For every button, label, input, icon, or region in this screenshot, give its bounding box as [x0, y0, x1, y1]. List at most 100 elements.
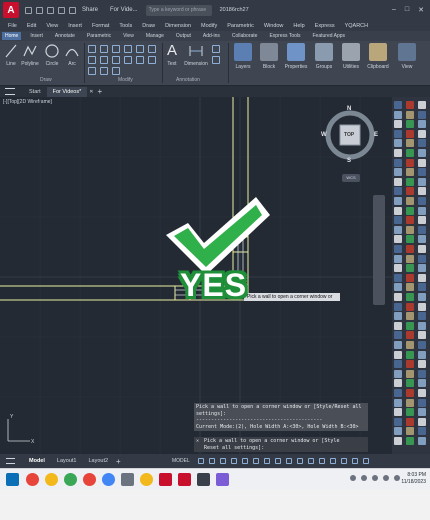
palette-tool-icon[interactable] [394, 139, 402, 148]
palette-tool-icon[interactable] [406, 302, 414, 311]
ribbon-tab-output[interactable]: Output [173, 32, 194, 40]
palette-tool-icon[interactable] [418, 273, 426, 282]
customization-icon[interactable] [362, 458, 369, 464]
palette-tool-icon[interactable] [406, 350, 414, 359]
ribbon-tab-add-ins[interactable]: Add-ins [200, 32, 223, 40]
palette-tool-icon[interactable] [418, 369, 426, 378]
palette-tool-icon[interactable] [418, 168, 426, 177]
osnap-icon[interactable] [241, 458, 248, 464]
palette-tool-icon[interactable] [394, 321, 402, 330]
chrome-icon[interactable] [140, 473, 153, 486]
palette-tool-icon[interactable] [394, 360, 402, 369]
new-file-icon[interactable] [25, 6, 32, 14]
navigation-bar[interactable] [373, 195, 385, 305]
palette-tool-icon[interactable] [394, 417, 402, 426]
palette-tool-icon[interactable] [394, 379, 402, 388]
tab-for-videos[interactable]: For Videos* [46, 86, 88, 97]
palette-tool-icon[interactable] [406, 206, 414, 215]
groups-button[interactable]: Groups [312, 43, 336, 76]
palette-tool-icon[interactable] [406, 197, 414, 205]
palette-tool-icon[interactable] [394, 312, 402, 321]
isolate-icon[interactable] [329, 458, 336, 464]
palette-tool-icon[interactable] [394, 187, 402, 196]
taskbar-clock[interactable]: 8:03 PM 11/18/2023 [393, 472, 426, 486]
palette-tool-icon[interactable] [394, 129, 402, 138]
transparency-icon[interactable] [274, 458, 281, 464]
palette-tool-icon[interactable] [394, 437, 402, 445]
palette-tool-icon[interactable] [406, 177, 414, 186]
layers-button[interactable]: Layers [231, 43, 255, 76]
close-icon[interactable]: ✕ [418, 6, 424, 14]
palette-tool-icon[interactable] [406, 417, 414, 426]
leader-icon[interactable] [212, 45, 220, 53]
utilities-button[interactable]: Utilities [339, 43, 363, 76]
tab-start[interactable]: Start [23, 87, 47, 97]
palette-tool-icon[interactable] [394, 225, 402, 234]
explode-icon[interactable] [100, 56, 108, 64]
autocad-logo-icon[interactable]: A [3, 2, 19, 18]
palette-tool-icon[interactable] [418, 321, 426, 330]
mirror-icon[interactable] [148, 45, 156, 53]
palette-tool-icon[interactable] [394, 302, 402, 311]
close-tab-icon[interactable]: ✕ [89, 89, 93, 95]
ribbon-tab-express-tools[interactable]: Express Tools [266, 32, 303, 40]
palette-tool-icon[interactable] [406, 158, 414, 167]
palette-tool-icon[interactable] [418, 110, 426, 119]
tab-model[interactable]: Model [23, 458, 51, 464]
app-icon[interactable] [216, 473, 229, 486]
palette-tool-icon[interactable] [418, 216, 426, 225]
palette-tool-icon[interactable] [418, 264, 426, 273]
palette-tool-icon[interactable] [406, 293, 414, 301]
table-icon[interactable] [212, 56, 220, 64]
palette-tool-icon[interactable] [406, 369, 414, 378]
palette-tool-icon[interactable] [418, 197, 426, 205]
ribbon-tab-featured-apps[interactable]: Featured Apps [310, 32, 349, 40]
palette-tool-icon[interactable] [394, 398, 402, 407]
compass-east[interactable]: E [374, 132, 378, 138]
break-icon[interactable] [112, 67, 120, 75]
move-icon[interactable] [88, 45, 96, 53]
palette-tool-icon[interactable] [394, 149, 402, 157]
palette-tool-icon[interactable] [418, 129, 426, 138]
maximize-icon[interactable]: □ [405, 6, 409, 14]
palette-tool-icon[interactable] [418, 331, 426, 340]
otrack-icon[interactable] [252, 458, 259, 464]
office-icon[interactable] [159, 473, 172, 486]
palette-tool-icon[interactable] [394, 168, 402, 177]
volume-icon[interactable] [372, 475, 378, 481]
polar-icon[interactable] [230, 458, 237, 464]
palette-tool-icon[interactable] [394, 273, 402, 282]
tab-layout1[interactable]: Layout1 [51, 458, 83, 464]
units-icon[interactable] [318, 458, 325, 464]
palette-tool-icon[interactable] [406, 427, 414, 436]
ortho-icon[interactable] [219, 458, 226, 464]
erase-icon[interactable] [124, 45, 132, 53]
palette-tool-icon[interactable] [418, 360, 426, 369]
chrome-icon[interactable] [64, 473, 77, 486]
menu-dimension[interactable]: Dimension [165, 23, 191, 29]
save-icon[interactable] [47, 6, 54, 14]
extend-icon[interactable] [88, 67, 96, 75]
polyline-button[interactable]: Polyline [19, 43, 41, 67]
menu-express[interactable]: Express [315, 23, 335, 29]
palette-tool-icon[interactable] [394, 264, 402, 273]
grid-icon[interactable] [197, 458, 204, 464]
properties-button[interactable]: Properties [284, 43, 308, 76]
copy-icon[interactable] [136, 45, 144, 53]
autocad-taskbar-icon[interactable] [178, 473, 191, 486]
palette-tool-icon[interactable] [406, 245, 414, 253]
menu-yqarch[interactable]: YQARCH [345, 23, 369, 29]
add-layout-icon[interactable]: + [116, 457, 121, 466]
palette-tool-icon[interactable] [394, 283, 402, 292]
battery-icon[interactable] [383, 475, 389, 481]
palette-tool-icon[interactable] [418, 350, 426, 359]
palette-tool-icon[interactable] [418, 398, 426, 407]
workspace-icon[interactable] [307, 458, 314, 464]
palette-tool-icon[interactable] [406, 398, 414, 407]
palette-tool-icon[interactable] [418, 437, 426, 445]
palette-tool-icon[interactable] [418, 206, 426, 215]
menu-tools[interactable]: Tools [119, 23, 132, 29]
menu-format[interactable]: Format [92, 23, 109, 29]
palette-tool-icon[interactable] [418, 225, 426, 234]
trim-icon[interactable] [112, 45, 120, 53]
